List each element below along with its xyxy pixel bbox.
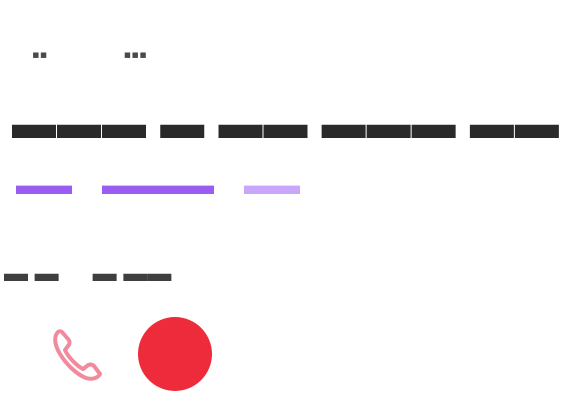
header-tab-2[interactable]: ▪▪▪ bbox=[116, 40, 155, 70]
screen: ▪▪ ▪▪▪ ▬▬▬ ▬ ▬▬ ▬▬▬ ▬▬ ▬▬ ▬▬▬▬ ▬▬ ▬ ▬ ▬ … bbox=[0, 0, 576, 414]
meta-item-1: ▬ ▬ bbox=[4, 260, 59, 287]
link-3[interactable]: ▬▬ bbox=[244, 169, 300, 201]
link-1[interactable]: ▬▬ bbox=[16, 169, 72, 201]
headline-text: ▬▬▬ ▬ ▬▬ ▬▬▬ ▬▬ bbox=[12, 99, 560, 148]
meta-row: ▬ ▬ ▬ ▬▬ bbox=[4, 252, 171, 296]
link-2[interactable]: ▬▬▬▬ bbox=[102, 169, 214, 201]
phone-icon bbox=[53, 329, 102, 381]
action-row bbox=[40, 315, 212, 393]
call-button[interactable] bbox=[40, 318, 112, 390]
record-button[interactable] bbox=[138, 317, 212, 391]
meta-item-2: ▬ ▬▬ bbox=[92, 260, 172, 287]
headline: ▬▬▬ ▬ ▬▬ ▬▬▬ ▬▬ bbox=[12, 94, 576, 154]
header-tab-1[interactable]: ▪▪ bbox=[24, 40, 56, 70]
link-row: ▬▬ ▬▬▬▬ ▬▬ bbox=[16, 160, 300, 210]
header-row: ▪▪ ▪▪▪ bbox=[24, 38, 155, 72]
